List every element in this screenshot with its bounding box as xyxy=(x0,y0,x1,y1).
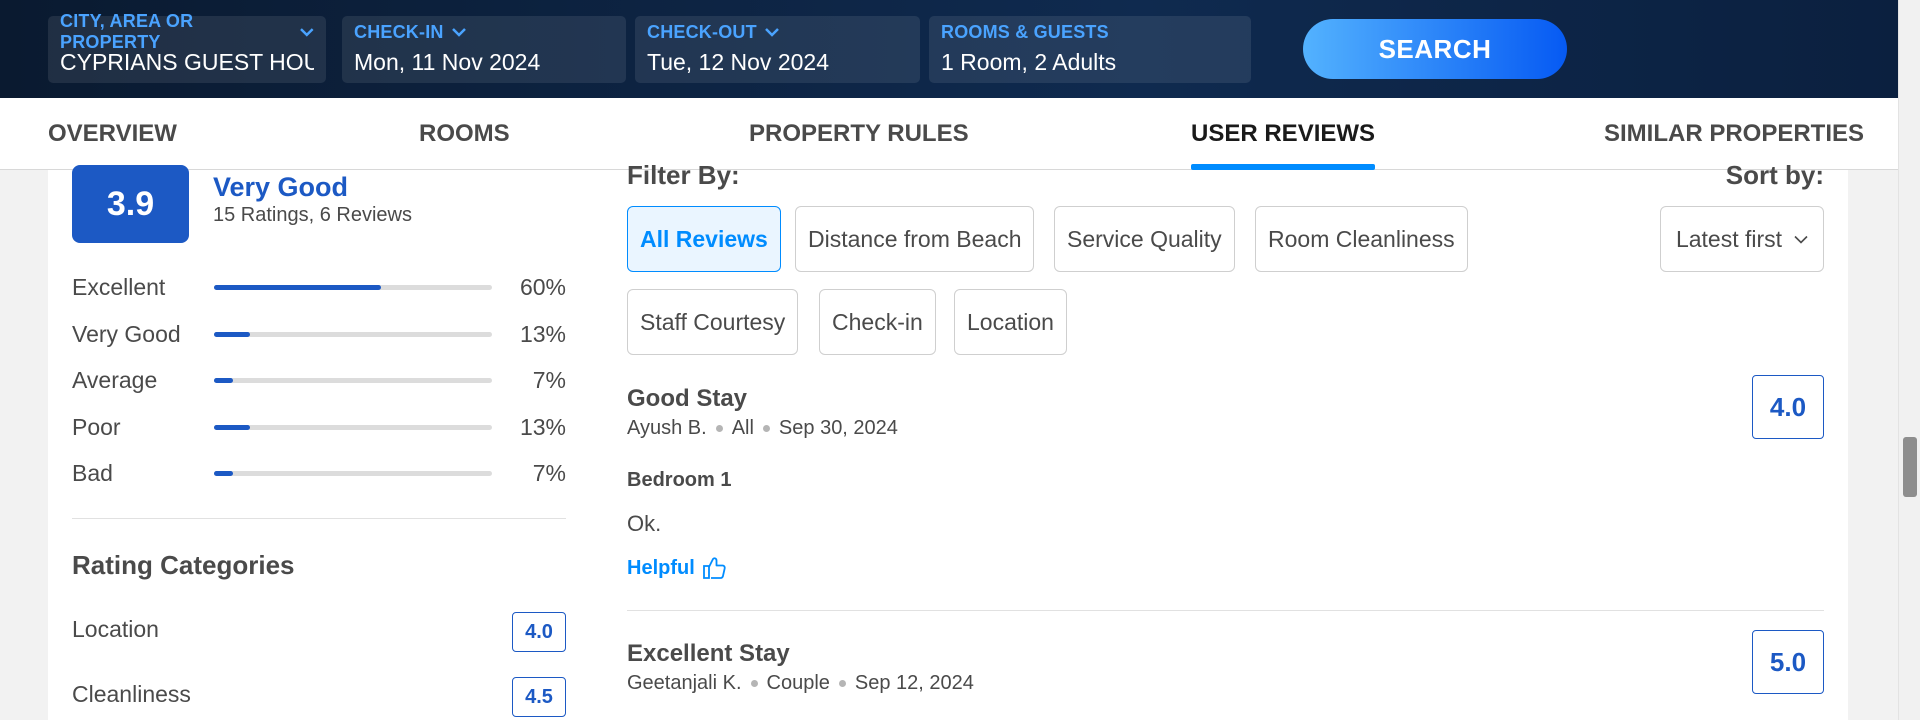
distribution-row-poor: Poor 13% xyxy=(72,412,566,442)
distribution-label: Very Good xyxy=(72,321,181,347)
review-date: Sep 30, 2024 xyxy=(778,417,898,439)
distribution-row-average: Average 7% xyxy=(72,365,566,395)
review-traveller-type: All xyxy=(731,417,754,439)
distribution-bar-fill xyxy=(214,378,234,383)
category-score: 4.0 xyxy=(512,612,566,652)
sort-title: Sort by: xyxy=(1725,160,1824,190)
overall-score-badge: 3.9 xyxy=(72,165,189,243)
guests-label: ROOMS & GUESTS xyxy=(941,21,1109,42)
chevron-down-icon xyxy=(300,28,314,37)
distribution-row-bad: Bad 7% xyxy=(72,458,566,488)
section-tabs: OVERVIEW ROOMS PROPERTY RULES USER REVIE… xyxy=(0,98,1898,170)
category-row-location: Location 4.0 xyxy=(72,612,566,652)
review-date: Sep 12, 2024 xyxy=(854,672,974,694)
distribution-percent: 13% xyxy=(519,414,566,440)
distribution-label: Bad xyxy=(72,460,113,486)
guests-field[interactable]: ROOMS & GUESTS 1 Room, 2 Adults xyxy=(929,16,1251,83)
chevron-down-icon xyxy=(764,28,779,37)
location-label: CITY, AREA OR PROPERTY xyxy=(60,11,314,52)
review-meta: Ayush B. All Sep 30, 2024 xyxy=(627,417,898,440)
distribution-label: Average xyxy=(72,367,158,393)
search-bar: CITY, AREA OR PROPERTY CYPRIANS GUEST HO… xyxy=(0,0,1898,98)
chevron-down-icon xyxy=(1794,235,1808,244)
separator-dot xyxy=(750,680,758,687)
page-scrollbar[interactable] xyxy=(1898,0,1920,720)
chevron-down-icon xyxy=(451,28,466,37)
distribution-percent: 7% xyxy=(532,460,566,486)
review-score: 4.0 xyxy=(1752,375,1824,439)
category-label: Cleanliness xyxy=(72,681,191,707)
category-score: 4.5 xyxy=(512,677,566,717)
review-text: Ok. xyxy=(627,511,662,536)
separator-dot xyxy=(715,425,723,432)
tab-property-rules[interactable]: PROPERTY RULES xyxy=(749,98,969,170)
thumbs-up-icon xyxy=(702,557,726,579)
review-title: Excellent Stay xyxy=(627,640,790,667)
guests-value: 1 Room, 2 Adults xyxy=(941,49,1117,75)
checkout-label: CHECK-OUT xyxy=(647,19,908,45)
review-traveller-type: Couple xyxy=(766,672,830,694)
filter-title: Filter By: xyxy=(627,160,740,190)
divider xyxy=(627,610,1824,611)
location-value: CYPRIANS GUEST HOUSE xyxy=(60,49,314,75)
checkout-field[interactable]: CHECK-OUT Tue, 12 Nov 2024 xyxy=(635,16,920,83)
location-field[interactable]: CITY, AREA OR PROPERTY CYPRIANS GUEST HO… xyxy=(48,11,326,83)
helpful-button[interactable]: Helpful xyxy=(627,555,727,581)
distribution-row-excellent: Excellent 60% xyxy=(72,272,566,302)
category-row-cleanliness: Cleanliness 4.5 xyxy=(72,677,566,717)
filter-chip-room-cleanliness[interactable]: Room Cleanliness xyxy=(1255,206,1468,272)
overall-score-label: Very Good xyxy=(213,172,349,202)
filter-chip-distance-from-beach[interactable]: Distance from Beach xyxy=(795,206,1035,272)
scrollbar-thumb[interactable] xyxy=(1903,437,1917,497)
distribution-percent: 60% xyxy=(519,274,566,300)
sort-select[interactable]: Latest first xyxy=(1660,206,1824,272)
tab-overview[interactable]: OVERVIEW xyxy=(48,98,177,170)
distribution-bar-fill xyxy=(214,332,251,337)
distribution-bar xyxy=(214,471,492,476)
review-score: 5.0 xyxy=(1752,630,1824,694)
distribution-label: Excellent xyxy=(72,274,166,300)
divider xyxy=(72,518,566,519)
checkin-value: Mon, 11 Nov 2024 xyxy=(354,49,541,75)
filter-chip-location[interactable]: Location xyxy=(954,289,1067,355)
separator-dot xyxy=(762,425,770,432)
review-author: Geetanjali K. xyxy=(627,672,742,694)
tab-user-reviews[interactable]: USER REVIEWS xyxy=(1191,98,1376,170)
review-author: Ayush B. xyxy=(627,417,707,439)
distribution-percent: 7% xyxy=(532,367,566,393)
separator-dot xyxy=(838,680,846,687)
distribution-bar-fill xyxy=(214,425,251,430)
distribution-bar-fill xyxy=(214,471,234,476)
filter-chip-staff-courtesy[interactable]: Staff Courtesy xyxy=(627,289,799,355)
distribution-bar xyxy=(214,332,492,337)
ratings-count: 15 Ratings, 6 Reviews xyxy=(213,204,412,226)
review-card: Excellent Stay Geetanjali K. Couple Sep … xyxy=(627,630,1824,720)
review-card: Good Stay Ayush B. All Sep 30, 2024 4.0 … xyxy=(627,375,1824,585)
distribution-bar xyxy=(214,425,492,430)
distribution-row-very-good: Very Good 13% xyxy=(72,319,566,349)
distribution-bar xyxy=(214,285,492,290)
distribution-percent: 13% xyxy=(519,321,566,347)
distribution-bar-fill xyxy=(214,285,381,290)
tab-rooms[interactable]: ROOMS xyxy=(419,98,510,170)
filter-chip-check-in[interactable]: Check-in xyxy=(819,289,936,355)
sort-selected-value: Latest first xyxy=(1675,225,1783,252)
checkout-value: Tue, 12 Nov 2024 xyxy=(647,49,829,75)
review-meta: Geetanjali K. Couple Sep 12, 2024 xyxy=(627,672,974,695)
rating-categories-title: Rating Categories xyxy=(72,550,295,580)
filter-chip-all-reviews[interactable]: All Reviews xyxy=(627,206,781,272)
checkin-label: CHECK-IN xyxy=(354,19,614,45)
review-title: Good Stay xyxy=(627,385,748,412)
category-label: Location xyxy=(72,616,159,642)
review-room-type: Bedroom 1 xyxy=(627,469,732,491)
search-button[interactable]: SEARCH xyxy=(1303,19,1567,79)
distribution-label: Poor xyxy=(72,414,121,440)
filter-chip-service-quality[interactable]: Service Quality xyxy=(1054,206,1235,272)
distribution-bar xyxy=(214,378,492,383)
helpful-label: Helpful xyxy=(627,556,695,579)
checkin-field[interactable]: CHECK-IN Mon, 11 Nov 2024 xyxy=(342,16,626,83)
